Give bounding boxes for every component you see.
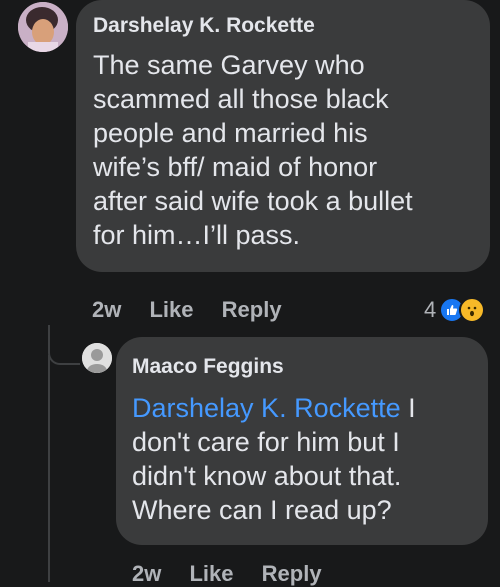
default-profile-icon — [82, 343, 112, 373]
reply-actions: 2w Like Reply — [132, 561, 344, 587]
avatar[interactable] — [18, 2, 68, 52]
reply-author[interactable]: Maaco Feggins — [132, 354, 284, 380]
profile-photo-icon — [18, 2, 68, 52]
mention-link[interactable]: Darshelay K. Rockette — [132, 393, 401, 423]
reaction-count: 4 — [424, 297, 437, 322]
avatar[interactable] — [82, 343, 112, 373]
reply-time[interactable]: 2w — [132, 561, 161, 587]
like-button[interactable]: Like — [149, 297, 193, 323]
reply-text: Darshelay K. Rockette I don't care for h… — [132, 391, 482, 527]
like-button[interactable]: Like — [189, 561, 233, 587]
reply-button[interactable]: Reply — [222, 297, 282, 323]
reaction-summary[interactable]: 4 — [424, 296, 486, 324]
wow-icon — [459, 297, 486, 323]
comment-actions: 2w Like Reply — [92, 297, 304, 323]
comment-author[interactable]: Darshelay K. Rockette — [93, 13, 315, 39]
comment-text: The same Garvey who scammed all those bl… — [93, 50, 413, 250]
thread-connector — [48, 325, 80, 365]
comment-time[interactable]: 2w — [92, 297, 121, 323]
reply-button[interactable]: Reply — [262, 561, 322, 587]
thread-line — [48, 355, 50, 582]
